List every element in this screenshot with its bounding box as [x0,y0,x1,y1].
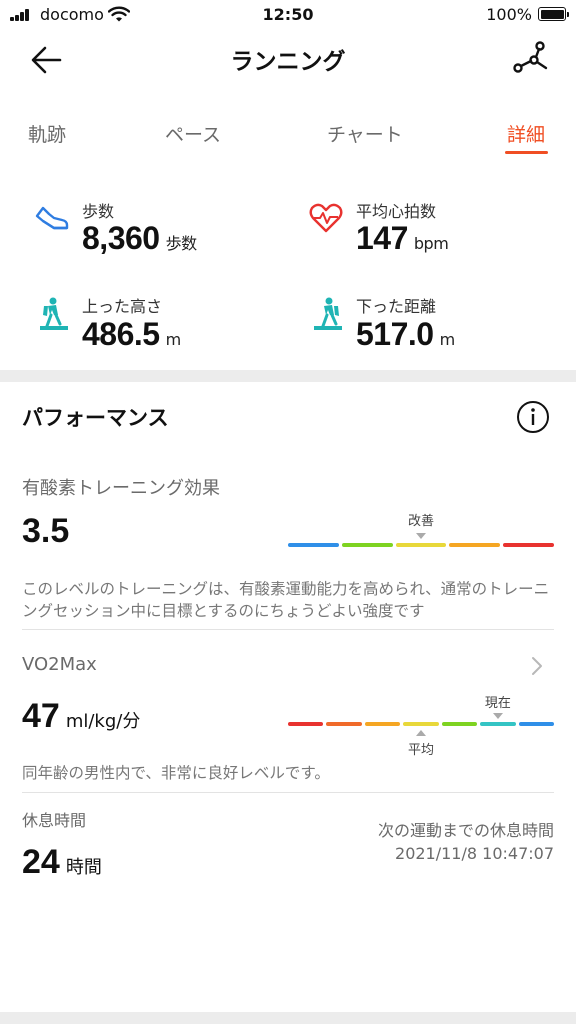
descent-value-row: 517.0 m [356,316,455,353]
next-workout-label: 次の運動までの休息時間 [377,821,554,840]
descent-value: 517.0 [356,316,434,352]
vo2max-label: VO2Max [22,654,97,675]
battery-percent: 100% [486,5,532,24]
hiker-down-icon [314,297,342,330]
vo2max-average-label: 平均 [407,743,435,758]
steps-value-row: 8,360 歩数 [82,220,197,257]
aerobic-scale-segment [503,543,554,547]
vo2max-value: 47 [22,697,60,735]
battery-icon [538,7,569,21]
vo2max-average-arrow [416,730,426,736]
vo2max-current-arrow [492,713,503,719]
heart-rate-icon [309,203,343,233]
shoe-icon [35,206,69,230]
aerobic-effect-value: 3.5 [22,512,70,550]
hiker-up-icon [40,297,68,330]
vo2max-scale-segment [518,722,554,726]
rest-time-label: 休息時間 [22,811,87,830]
heart-rate-label: 平均心拍数 [356,202,437,221]
separator [22,792,554,793]
aerobic-marker-label: 改善 [407,514,435,529]
heart-rate-value-row: 147 bpm [356,220,449,257]
aerobic-effect-scale [288,543,554,547]
vo2max-scale-segment [480,722,516,726]
vo2max-description: 同年齢の男性内で、非常に良好レベルです。 [22,764,330,782]
status-bar: docomo 12:50 100% [0,0,576,30]
rest-time-value-row: 24 時間 [22,843,102,882]
heart-rate-unit: bpm [413,234,449,253]
steps-unit: 歩数 [165,234,198,253]
active-tab-indicator [505,151,548,154]
ascent-value-row: 486.5 m [82,316,181,353]
aerobic-marker-arrow [416,533,426,539]
vo2max-scale-segment [288,722,324,726]
tab-chart[interactable]: チャート [327,120,403,147]
tab-track[interactable]: 軌跡 [28,120,66,147]
next-workout-time: 2021/11/8 10:47:07 [395,844,554,863]
separator [22,629,554,630]
performance-title: パフォーマンス [22,406,169,430]
page-title: ランニング [230,49,346,75]
heart-rate-value: 147 [356,220,408,256]
aerobic-scale-segment [288,543,339,547]
vo2max-scale [288,722,554,726]
info-icon [517,401,549,433]
route-button[interactable] [510,38,550,78]
route-share-icon [513,41,548,73]
bottom-divider [0,1012,576,1024]
vo2max-scale-segment [364,722,401,726]
steps-value: 8,360 [82,220,160,256]
vo2max-value-row: 47 ml/kg/分 [22,697,140,736]
vo2max-scale-segment [441,722,478,726]
aerobic-scale-segment [395,543,447,547]
aerobic-scale-segment [341,543,393,547]
descent-label: 下った距離 [356,297,437,316]
vo2max-unit: ml/kg/分 [65,711,141,732]
section-divider [0,370,576,382]
vo2max-scale-segment [326,722,362,726]
ascent-value: 486.5 [82,316,160,352]
tab-details[interactable]: 詳細 [507,120,545,147]
rest-time-value: 24 [22,843,60,881]
aerobic-scale-segment [449,543,501,547]
aerobic-effect-description: このレベルのトレーニングは、有酸素運動能力を高められ、通常のトレーニングセッショ… [22,580,550,620]
ascent-label: 上った高さ [82,297,163,316]
tab-pace[interactable]: ペース [165,120,221,147]
descent-unit: m [439,330,456,349]
rest-time-unit: 時間 [65,857,102,878]
steps-label: 歩数 [82,202,115,221]
chevron-right-icon[interactable] [530,656,544,676]
vo2max-scale-segment [403,722,439,726]
ascent-unit: m [165,330,182,349]
vo2max-current-label: 現在 [484,696,511,711]
info-button[interactable] [516,400,550,434]
aerobic-effect-label: 有酸素トレーニング効果 [22,478,220,499]
